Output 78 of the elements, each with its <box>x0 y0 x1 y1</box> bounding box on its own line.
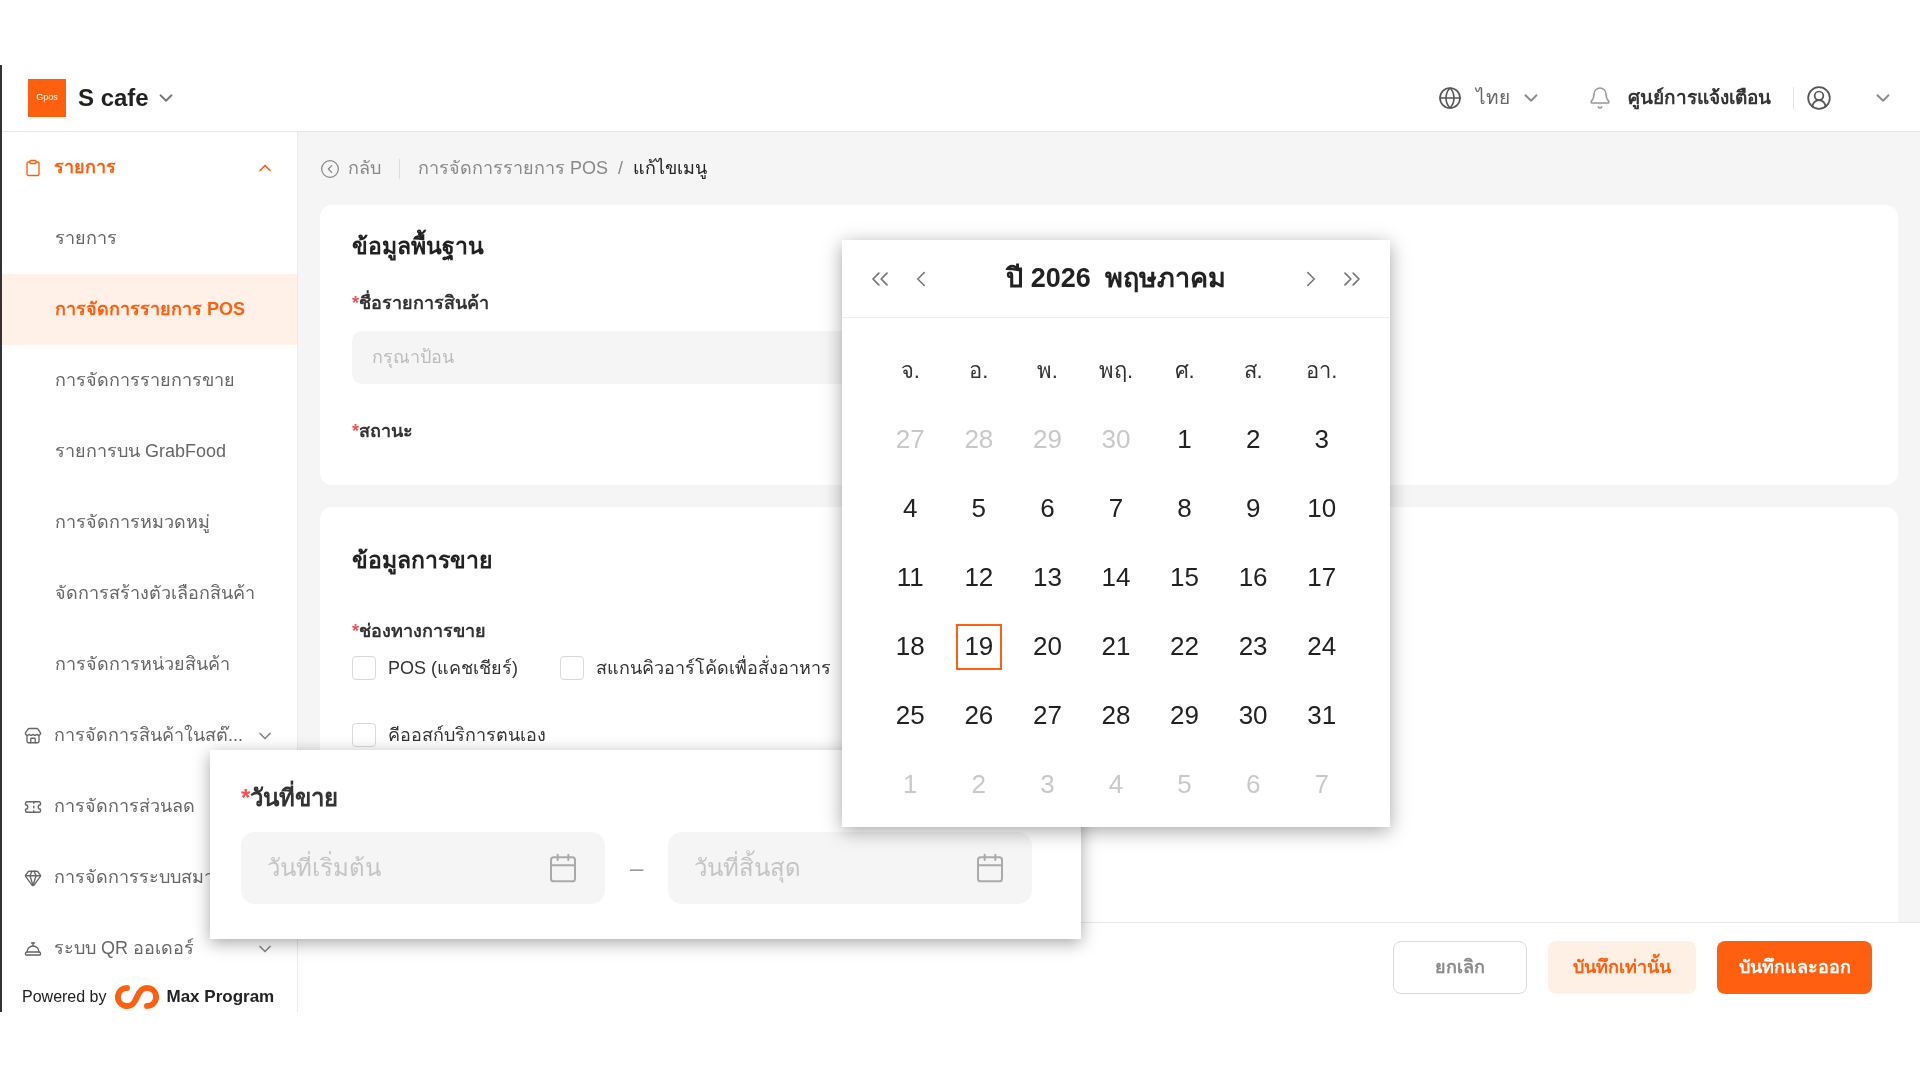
field-label: *วันที่ขาย <box>241 780 339 816</box>
calendar-day[interactable]: 17 <box>1298 554 1345 601</box>
back-icon[interactable] <box>320 158 340 179</box>
calendar-day[interactable]: 30 <box>1230 692 1277 739</box>
checkbox-option[interactable]: POS (แคชเชียร์) <box>352 654 518 682</box>
notification-center-label[interactable]: ศูนย์การแจ้งเตือน <box>1628 83 1771 113</box>
calendar-day[interactable]: 27 <box>1024 692 1071 739</box>
calendar-day[interactable]: 23 <box>1230 623 1277 670</box>
calendar-icon <box>547 852 579 884</box>
checkbox-option[interactable]: คีออสก์บริการตนเอง <box>352 721 546 749</box>
weekday-label: ศ. <box>1174 357 1195 385</box>
calendar-day[interactable]: 4 <box>887 485 934 532</box>
calendar-day[interactable]: 20 <box>1024 623 1071 670</box>
calendar-day[interactable]: 3 <box>1298 416 1345 463</box>
calendar-day[interactable]: 29 <box>1161 692 1208 739</box>
user-avatar-icon[interactable] <box>1806 85 1832 111</box>
range-separator: – <box>630 853 644 883</box>
calendar-day[interactable]: 5 <box>955 485 1002 532</box>
section-title: ข้อมูลการขาย <box>352 546 492 577</box>
gem-icon <box>24 868 42 887</box>
weekday-label: พฤ. <box>1098 357 1134 385</box>
sidebar-item[interactable]: การจัดการรายการขาย <box>2 345 297 416</box>
store-icon <box>24 726 42 745</box>
field-label: *สถานะ <box>352 419 413 443</box>
store-name[interactable]: S cafe <box>78 80 149 116</box>
language-label[interactable]: ไทย <box>1476 83 1510 113</box>
calendar-day[interactable]: 8 <box>1161 485 1208 532</box>
calendar-day[interactable]: 22 <box>1161 623 1208 670</box>
field-label: *ชื่อรายการสินค้า <box>352 289 489 315</box>
checkbox[interactable] <box>352 723 376 747</box>
calendar-day[interactable]: 16 <box>1230 554 1277 601</box>
sidebar-item[interactable]: การจัดการหมวดหมู่ <box>2 487 297 558</box>
app-logo: Gpos <box>28 79 66 117</box>
powered-by-text: Powered by <box>22 987 107 1007</box>
calendar-day[interactable]: 13 <box>1024 554 1071 601</box>
calendar-day[interactable]: 26 <box>955 692 1002 739</box>
calendar-day[interactable]: 2 <box>1230 416 1277 463</box>
checkbox[interactable] <box>560 656 584 680</box>
calendar-day[interactable]: 7 <box>1093 485 1139 532</box>
brand-name: Max Program <box>166 986 275 1009</box>
breadcrumb-separator: / <box>618 157 624 180</box>
checkbox-option[interactable]: สแกนคิวอาร์โค้ดเพื่อสั่งอาหาร <box>560 654 831 682</box>
sidebar-group[interactable]: ระบบ QR ออเดอร์ <box>2 913 297 984</box>
bell-icon[interactable] <box>1588 86 1612 110</box>
calendar-day[interactable]: 24 <box>1298 623 1345 670</box>
sidebar-group[interactable]: การจัดการสินค้าในสต๊... <box>2 700 297 771</box>
field-label: *ช่องทางการขาย <box>352 619 486 643</box>
calendar-day[interactable]: 15 <box>1161 554 1208 601</box>
globe-icon[interactable] <box>1438 86 1462 110</box>
calendar-day[interactable]: 25 <box>887 692 934 739</box>
calendar-day[interactable]: 9 <box>1230 485 1277 532</box>
weekday-label: จ. <box>900 357 920 385</box>
sidebar-item[interactable]: รายการบน GrabFood <box>2 416 297 487</box>
weekday-label: อ. <box>969 357 989 385</box>
service-bell-icon <box>24 939 42 958</box>
calendar-day[interactable]: 12 <box>955 554 1002 601</box>
calendar-day[interactable]: 21 <box>1093 623 1139 670</box>
breadcrumb-item: แก้ไขเมนู <box>633 157 708 181</box>
calendar-year[interactable]: ปี 2026 <box>1006 258 1091 299</box>
calendar-day[interactable]: 28 <box>1093 692 1139 739</box>
weekday-label: อา. <box>1306 357 1338 385</box>
sidebar-item[interactable]: จัดการสร้างตัวเลือกสินค้า <box>2 558 297 629</box>
clipboard-icon <box>24 158 42 177</box>
calendar-day[interactable]: 31 <box>1298 692 1345 739</box>
calendar-day[interactable]: 1 <box>1161 416 1208 463</box>
checkbox[interactable] <box>352 656 376 680</box>
sidebar-item[interactable]: รายการ <box>2 203 297 274</box>
section-title: ข้อมูลพื้นฐาน <box>352 229 484 264</box>
infinity-logo-icon <box>114 984 159 1010</box>
sidebar-item[interactable]: การจัดการหน่วยสินค้า <box>2 629 297 700</box>
calendar-day[interactable]: 14 <box>1093 554 1139 601</box>
calendar-day[interactable]: 10 <box>1298 485 1345 532</box>
calendar-day[interactable]: 19 <box>955 623 1002 670</box>
weekday-label: ส. <box>1243 357 1263 385</box>
calendar-day[interactable]: 6 <box>1024 485 1071 532</box>
calendar-month[interactable]: พฤษภาคม <box>1104 258 1226 299</box>
calendar-day[interactable]: 11 <box>887 554 934 601</box>
calendar-day[interactable]: 18 <box>887 623 934 670</box>
